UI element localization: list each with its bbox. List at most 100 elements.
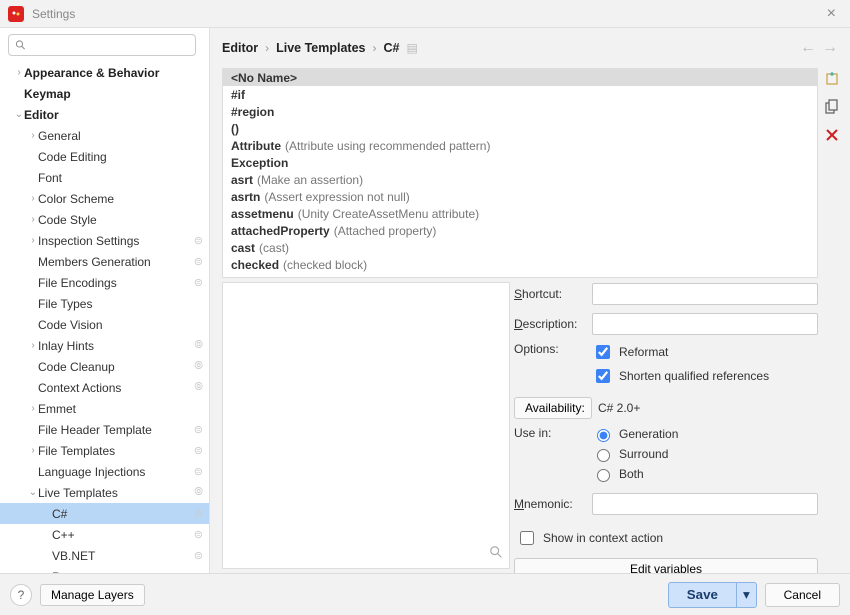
manage-layers-button[interactable]: Manage Layers	[40, 584, 145, 606]
reformat-checkbox[interactable]: Reformat	[592, 342, 818, 362]
tree-item-file-templates[interactable]: ›File Templates⊜	[0, 440, 209, 461]
surround-radio[interactable]: Surround	[592, 446, 818, 462]
template-row[interactable]: asrtn(Assert expression not null)	[223, 188, 817, 205]
cancel-button[interactable]: Cancel	[765, 583, 840, 607]
template-row[interactable]: cast(cast)	[223, 239, 817, 256]
tree-item-inlay-hints[interactable]: ›Inlay Hints⦾	[0, 335, 209, 356]
tree-item-members-generation[interactable]: Members Generation⊜	[0, 251, 209, 272]
chevron-icon: ›	[28, 445, 38, 456]
nav-fwd-icon[interactable]: →	[822, 39, 838, 57]
layer-badge-icon: ⊜	[194, 549, 203, 562]
layer-badge-icon: ⊜	[194, 423, 203, 436]
tree-item-vb-net[interactable]: VB.NET⊜	[0, 545, 209, 566]
breadcrumb: Editor › Live Templates › C# ▤ ← →	[210, 28, 850, 68]
tree-item-language-injections[interactable]: Language Injections⊜	[0, 461, 209, 482]
tree-item-inspection-settings[interactable]: ›Inspection Settings⊜	[0, 230, 209, 251]
template-list[interactable]: <No Name> #if #region()Attribute(Attribute…	[222, 68, 818, 278]
chevron-icon: ›	[28, 214, 38, 225]
sidebar: ›Appearance & BehaviorKeymap⌄Editor›Gene…	[0, 28, 210, 573]
template-shortcut: checked	[231, 258, 279, 272]
chevron-icon: ›	[28, 193, 38, 204]
duplicate-icon[interactable]	[823, 98, 841, 116]
mnemonic-input[interactable]	[592, 493, 818, 515]
tree-item-emmet[interactable]: ›Emmet	[0, 398, 209, 419]
layer-badge-icon: ⊜	[194, 507, 203, 520]
template-row[interactable]: #region	[223, 103, 817, 120]
tree-item-c-[interactable]: C#⊜	[0, 503, 209, 524]
layer-badge-icon: ⊜	[194, 444, 203, 457]
tree-item-label: General	[38, 129, 203, 143]
tree-item-context-actions[interactable]: Context Actions⦾	[0, 377, 209, 398]
chevron-right-icon: ›	[265, 41, 269, 55]
save-button[interactable]: Save	[668, 582, 736, 608]
availability-button[interactable]: Availability:	[514, 397, 592, 419]
tree-item-font[interactable]: Font	[0, 167, 209, 188]
save-dropdown[interactable]: ▾	[736, 582, 757, 608]
template-shortcut: #region	[231, 105, 274, 119]
template-row[interactable]: asrt(Make an assertion)	[223, 171, 817, 188]
tree-item-label: Live Templates	[38, 486, 194, 500]
template-row[interactable]: #if	[223, 86, 817, 103]
template-row[interactable]: checked(checked block)	[223, 256, 817, 273]
tree-item-file-encodings[interactable]: File Encodings⊜	[0, 272, 209, 293]
usein-label: Use in:	[514, 426, 592, 440]
template-row[interactable]: ()	[223, 120, 817, 137]
zoom-icon[interactable]	[489, 545, 503, 562]
new-template-icon[interactable]	[823, 70, 841, 88]
tree-item-c-[interactable]: C++⊜	[0, 524, 209, 545]
tree-item-label: File Templates	[38, 444, 194, 458]
crumb-1[interactable]: Live Templates	[276, 41, 365, 55]
tree-item-label: Inlay Hints	[38, 339, 194, 353]
layer-badge-icon: ⦾	[194, 486, 203, 499]
close-icon[interactable]: ×	[821, 3, 842, 25]
template-desc: (Unity CreateAssetMenu attribute)	[298, 207, 479, 221]
tree-item-code-editing[interactable]: Code Editing	[0, 146, 209, 167]
template-row[interactable]: Exception	[223, 154, 817, 171]
template-row[interactable]: <No Name>	[223, 69, 817, 86]
tree-item-keymap[interactable]: Keymap	[0, 83, 209, 104]
template-shortcut: #if	[231, 88, 245, 102]
tree-item-label: Appearance & Behavior	[24, 66, 203, 80]
tree-item-color-scheme[interactable]: ›Color Scheme	[0, 188, 209, 209]
search-icon	[15, 39, 26, 51]
template-desc: (Assert expression not null)	[264, 190, 409, 204]
delete-icon[interactable]	[823, 126, 841, 144]
show-context-checkbox[interactable]: Show in context action	[516, 528, 818, 548]
tree-item-editor[interactable]: ⌄Editor	[0, 104, 209, 125]
tree-item-general[interactable]: ›General	[0, 125, 209, 146]
description-label: Description:	[514, 317, 592, 331]
tree-item-code-cleanup[interactable]: Code Cleanup⦾	[0, 356, 209, 377]
shorten-checkbox[interactable]: Shorten qualified references	[592, 366, 818, 386]
nav-back-icon[interactable]: ←	[800, 39, 816, 57]
window-title: Settings	[32, 7, 75, 21]
crumb-0[interactable]: Editor	[222, 41, 258, 55]
tree-item-code-vision[interactable]: Code Vision	[0, 314, 209, 335]
tree-item-label: Context Actions	[38, 381, 194, 395]
tree-item-file-types[interactable]: File Types	[0, 293, 209, 314]
template-row[interactable]: assetmenu(Unity CreateAssetMenu attribut…	[223, 205, 817, 222]
generation-radio[interactable]: Generation	[592, 426, 818, 442]
tree-item-label: Code Style	[38, 213, 203, 227]
tree-item-live-templates[interactable]: ⌄Live Templates⦾	[0, 482, 209, 503]
crumb-2[interactable]: C#	[384, 41, 400, 55]
template-shortcut: asrt	[231, 173, 253, 187]
settings-tree: ›Appearance & BehaviorKeymap⌄Editor›Gene…	[0, 62, 209, 573]
layer-badge-icon: ⦾	[194, 360, 203, 373]
template-row[interactable]: Attribute(Attribute using recommended pa…	[223, 137, 817, 154]
tree-item-appearance-behavior[interactable]: ›Appearance & Behavior	[0, 62, 209, 83]
template-row[interactable]: attachedProperty(Attached property)	[223, 222, 817, 239]
edit-variables-button[interactable]: Edit variables	[514, 558, 818, 573]
search-input[interactable]	[8, 34, 196, 56]
shortcut-input[interactable]	[592, 283, 818, 305]
tree-item-label: Emmet	[38, 402, 203, 416]
tree-item-code-style[interactable]: ›Code Style	[0, 209, 209, 230]
tree-item-file-header-template[interactable]: File Header Template⊜	[0, 419, 209, 440]
both-radio[interactable]: Both	[592, 466, 818, 482]
search-field[interactable]	[30, 36, 189, 54]
help-button[interactable]: ?	[10, 584, 32, 606]
tree-item-label: Inspection Settings	[38, 234, 194, 248]
template-preview[interactable]	[222, 282, 510, 569]
description-input[interactable]	[592, 313, 818, 335]
tree-item-label: Code Editing	[38, 150, 203, 164]
tree-item-razor[interactable]: Razor⊜	[0, 566, 209, 573]
